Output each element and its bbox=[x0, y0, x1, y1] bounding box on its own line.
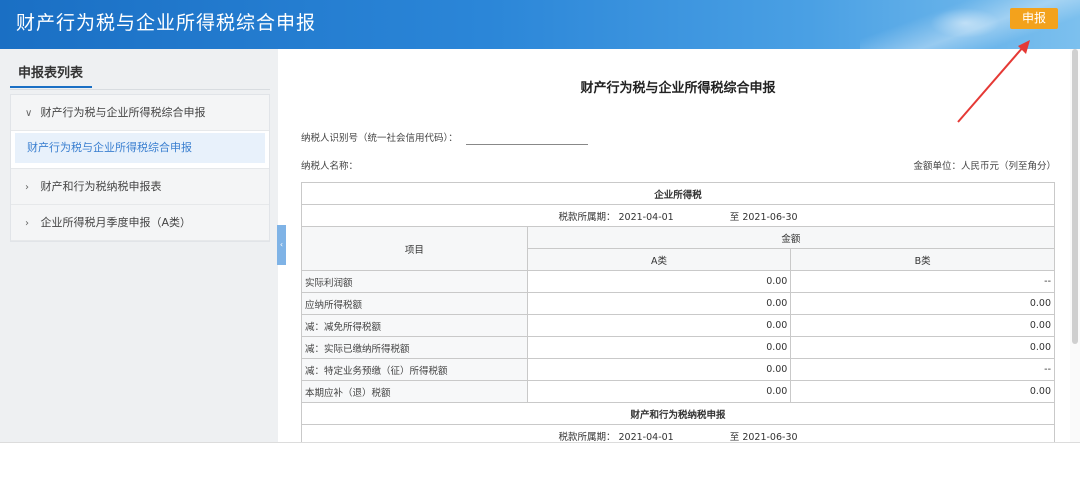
column-header-item: 项目 bbox=[301, 226, 528, 271]
sidebar-item-label: 财产行为税与企业所得税综合申报 bbox=[40, 106, 206, 119]
table-row: 实际利润额 0.00 -- bbox=[301, 270, 1055, 293]
cell-a: 0.00 bbox=[526, 314, 792, 337]
cell-a: 0.00 bbox=[526, 358, 792, 381]
tax-period: 税款所属期： 2021-04-01 至 2021-06-30 bbox=[301, 424, 1055, 442]
row-label: 减：实际已缴纳所得税额 bbox=[301, 336, 528, 359]
cell-b: -- bbox=[790, 270, 1055, 293]
cell-b: 0.00 bbox=[790, 292, 1055, 315]
chevron-down-icon: ∨ bbox=[25, 108, 33, 119]
cell-a: 0.00 bbox=[526, 336, 792, 359]
table-row: 应纳所得税额 0.00 0.00 bbox=[301, 292, 1055, 315]
row-label: 减：减免所得税额 bbox=[301, 314, 528, 337]
taxpayer-name-label: 纳税人名称： bbox=[301, 161, 359, 172]
submit-button[interactable]: 申报 bbox=[1010, 8, 1058, 29]
taxpayer-id-label: 纳税人识别号（统一社会信用代码）： bbox=[301, 133, 458, 144]
column-header-a: A类 bbox=[526, 248, 792, 271]
column-header-amount: 金额 bbox=[526, 226, 1056, 249]
app-title: 财产行为税与企业所得税综合申报 bbox=[16, 12, 317, 34]
cell-b: 0.00 bbox=[790, 314, 1055, 337]
column-header-b: B类 bbox=[790, 248, 1055, 271]
row-label: 减：特定业务预缴（征）所得税额 bbox=[301, 358, 528, 381]
sidebar-menu: ∨ 财产行为税与企业所得税综合申报 财产行为税与企业所得税综合申报 › 财产和行… bbox=[10, 94, 270, 242]
divider bbox=[10, 89, 270, 90]
chevron-left-icon: ‹ bbox=[279, 240, 284, 249]
table-row: 本期应补（退）税额 0.00 0.00 bbox=[301, 380, 1055, 403]
section-title: 财产和行为税纳税申报 bbox=[301, 402, 1055, 425]
sidebar-heading: 申报表列表 bbox=[10, 62, 92, 88]
currency-unit-label: 金额单位：人民币元（列至角分） bbox=[913, 161, 1056, 172]
cell-a: 0.00 bbox=[526, 270, 792, 293]
cell-b: -- bbox=[790, 358, 1055, 381]
main-content: 财产行为税与企业所得税综合申报 纳税人识别号（统一社会信用代码）： 纳税人名称：… bbox=[286, 49, 1070, 442]
chevron-right-icon: › bbox=[25, 218, 29, 229]
table-row: 减：实际已缴纳所得税额 0.00 0.00 bbox=[301, 336, 1055, 359]
row-label: 应纳所得税额 bbox=[301, 292, 528, 315]
table-row: 减：减免所得税额 0.00 0.00 bbox=[301, 314, 1055, 337]
table-row: 减：特定业务预缴（征）所得税额 0.00 -- bbox=[301, 358, 1055, 381]
chevron-right-icon: › bbox=[25, 182, 29, 193]
declaration-table: 企业所得税 税款所属期： 2021-04-01 至 2021-06-30 项目 … bbox=[301, 182, 1056, 442]
header-decoration-glow bbox=[930, 8, 1000, 38]
app-header: 财产行为税与企业所得税综合申报 申报 bbox=[0, 0, 1080, 49]
sidebar-item-label: 企业所得税月季度申报（A类） bbox=[40, 216, 192, 229]
sidebar-item-label: 财产行为税与企业所得税综合申报 bbox=[27, 141, 192, 154]
scrollbar-thumb[interactable] bbox=[1072, 49, 1078, 344]
cell-a: 0.00 bbox=[526, 292, 792, 315]
sidebar-item-combined-declaration[interactable]: ∨ 财产行为税与企业所得税综合申报 bbox=[11, 95, 269, 131]
divider bbox=[0, 442, 1080, 443]
tax-period: 税款所属期： 2021-04-01 至 2021-06-30 bbox=[301, 204, 1055, 227]
sidebar-item-corporate-income-tax[interactable]: › 企业所得税月季度申报（A类） bbox=[11, 205, 269, 241]
cell-b: 0.00 bbox=[790, 380, 1055, 403]
taxpayer-id-field bbox=[466, 144, 588, 145]
sidebar-item-property-behavior-tax[interactable]: › 财产和行为税纳税申报表 bbox=[11, 169, 269, 205]
form-title: 财产行为税与企业所得税综合申报 bbox=[580, 81, 776, 96]
cell-b: 0.00 bbox=[790, 336, 1055, 359]
sidebar-collapse-toggle[interactable]: ‹ bbox=[277, 225, 286, 265]
sidebar-item-label: 财产和行为税纳税申报表 bbox=[40, 180, 162, 193]
cell-a: 0.00 bbox=[526, 380, 792, 403]
sidebar: 申报表列表 ∨ 财产行为税与企业所得税综合申报 财产行为税与企业所得税综合申报 … bbox=[0, 49, 278, 442]
sidebar-item-combined-declaration-selected[interactable]: 财产行为税与企业所得税综合申报 bbox=[11, 133, 269, 169]
section-title: 企业所得税 bbox=[301, 182, 1055, 205]
row-label: 实际利润额 bbox=[301, 270, 528, 293]
row-label: 本期应补（退）税额 bbox=[301, 380, 528, 403]
vertical-scrollbar[interactable] bbox=[1070, 49, 1080, 442]
